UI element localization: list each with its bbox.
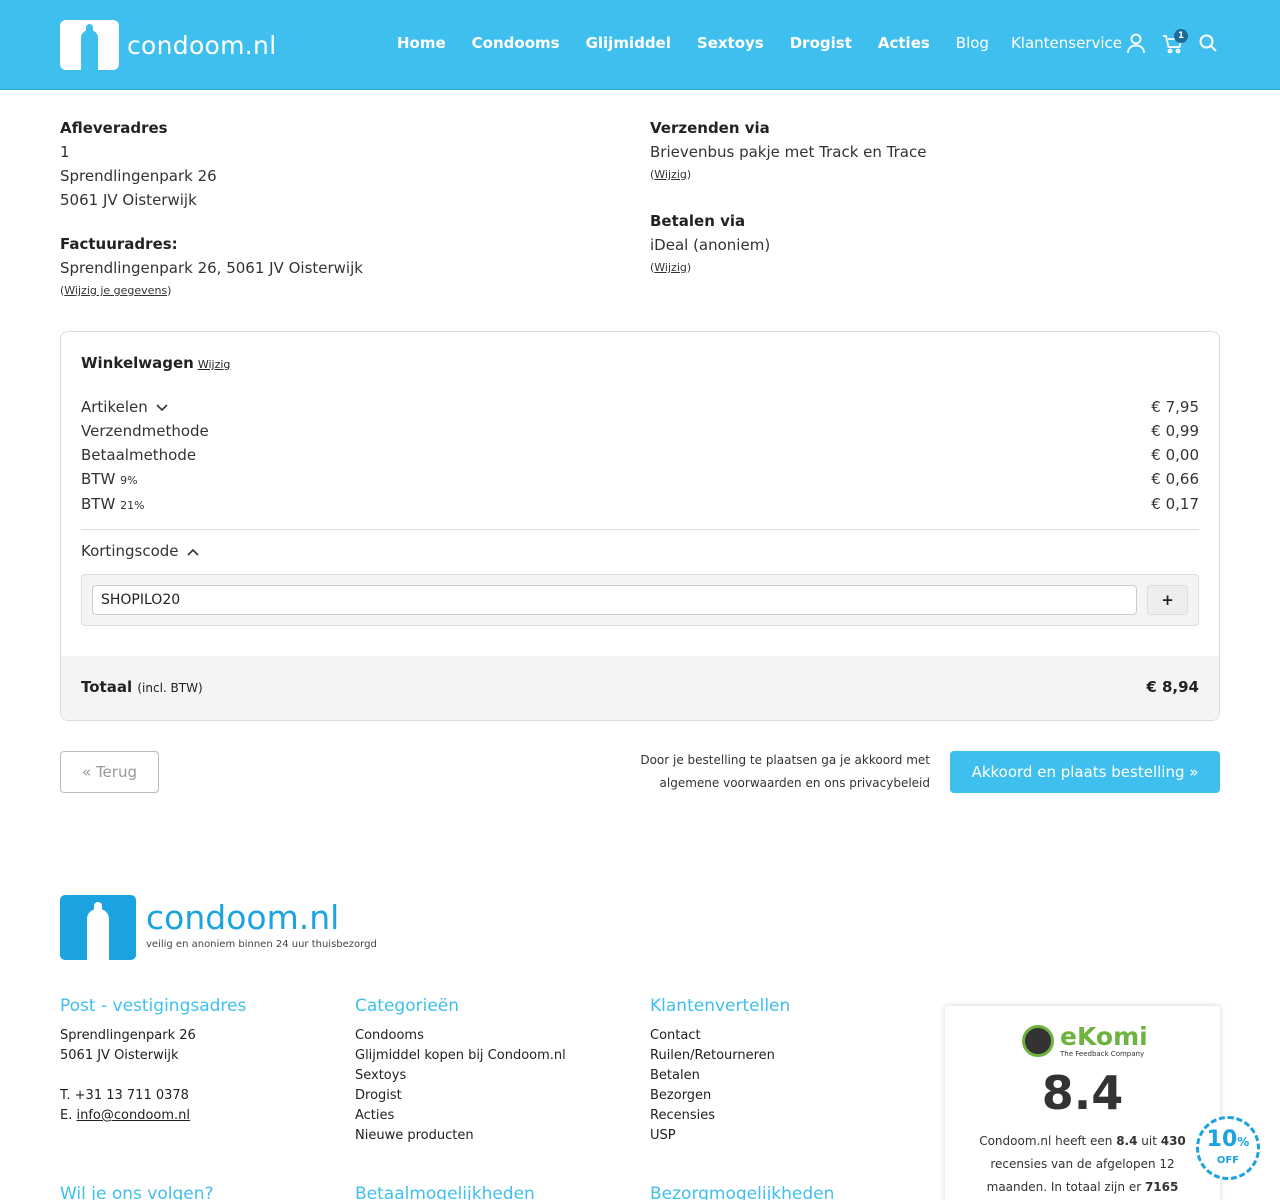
payment-title: Betalen via: [650, 212, 746, 230]
footer-link-condooms[interactable]: Condooms: [355, 1026, 566, 1046]
edit-cart-link[interactable]: Wijzig: [198, 358, 231, 371]
cart-row-vat-9: BTW 9% € 0,66: [81, 470, 1199, 488]
nav-glijmiddel[interactable]: Glijmiddel: [586, 34, 671, 52]
logo-text: condoom.nl: [127, 30, 277, 60]
cart-row-payment: Betaalmethode € 0,00: [81, 446, 1199, 464]
nav-blog[interactable]: Blog: [956, 34, 989, 52]
footer-categories-title: Categorieën: [355, 996, 460, 1016]
invoice-line: Sprendlingenpark 26, 5061 JV Oisterwijk: [60, 259, 363, 277]
shipping-title: Verzenden via: [650, 119, 770, 137]
shipping-method: Verzenden via Brievenbus pakje met Track…: [650, 116, 926, 186]
delivery-line2: Sprendlingenpark 26: [60, 167, 217, 185]
footer-logo-mark: [60, 895, 136, 960]
delivery-address: Afleveradres 1 Sprendlingenpark 26 5061 …: [60, 116, 217, 212]
payment-value: iDeal (anoniem): [650, 236, 771, 254]
discount-badge[interactable]: 10% OFF: [1196, 1116, 1260, 1180]
cart-row-vat-21: BTW 21% € 0,17: [81, 495, 1199, 513]
delivery-title: Afleveradres: [60, 119, 168, 137]
cart-title: Winkelwagen Wijzig: [81, 354, 231, 372]
footer-tagline: veilig en anoniem binnen 24 uur thuisbez…: [146, 939, 377, 950]
footer-logo-text: condoom.nl: [146, 898, 340, 937]
chevron-down-icon: [156, 398, 168, 416]
invoice-title: Factuuradres:: [60, 235, 178, 253]
user-icon[interactable]: [1126, 32, 1148, 56]
nav-drogist[interactable]: Drogist: [790, 34, 852, 52]
terms-notice: Door je bestelling te plaatsen ga je akk…: [640, 753, 930, 790]
cart-count-badge: 1: [1174, 29, 1188, 43]
footer-categories: Categorieën Condooms Glijmiddel kopen bi…: [355, 994, 566, 1146]
footer-link-glijmiddel[interactable]: Glijmiddel kopen bij Condoom.nl: [355, 1046, 566, 1066]
footer-link-sextoys[interactable]: Sextoys: [355, 1066, 566, 1086]
footer-follow-title: Wil je ons volgen?: [60, 1184, 214, 1200]
footer-service: Klantenvertellen Contact Ruilen/Retourne…: [650, 994, 790, 1146]
search-icon[interactable]: [1198, 32, 1220, 56]
invoice-address: Factuuradres: Sprendlingenpark 26, 5061 …: [60, 232, 363, 302]
edit-details-link[interactable]: (Wijzig je gegevens): [60, 280, 363, 302]
total-value: € 8,94: [1146, 678, 1199, 696]
cart-divider: [81, 529, 1199, 530]
coupon-form: +: [81, 574, 1199, 626]
footer-service-title: Klantenvertellen: [650, 996, 791, 1016]
header-icons: 1: [1126, 29, 1234, 56]
ekomi-score: 8.4: [1041, 1066, 1124, 1120]
payment-method: Betalen via iDeal (anoniem) (Wijzig): [650, 209, 770, 279]
chevron-up-icon: [186, 542, 199, 560]
footer-link-usp[interactable]: USP: [650, 1126, 790, 1146]
nav-acties[interactable]: Acties: [878, 34, 930, 52]
footer-link-delivery[interactable]: Bezorgen: [650, 1086, 790, 1106]
ekomi-logo: eKomi The Feedback Company: [1022, 1024, 1148, 1058]
footer-link-pay[interactable]: Betalen: [650, 1066, 790, 1086]
footer-email-link[interactable]: info@condoom.nl: [77, 1108, 191, 1123]
site-logo[interactable]: condoom.nl: [60, 20, 276, 70]
footer-payment-title: Betaalmogelijkheden: [355, 1184, 535, 1200]
ekomi-widget[interactable]: eKomi The Feedback Company 8.4 Condoom.n…: [945, 1006, 1220, 1200]
nav-condooms[interactable]: Condooms: [472, 34, 560, 52]
ekomi-seal-icon: [1022, 1025, 1054, 1057]
back-button[interactable]: « Terug: [60, 751, 159, 793]
coupon-toggle[interactable]: Kortingscode: [81, 542, 199, 560]
apply-coupon-button[interactable]: +: [1147, 585, 1188, 615]
main-nav: Home Condooms Glijmiddel Sextoys Drogist…: [397, 34, 1144, 52]
footer-link-drogist[interactable]: Drogist: [355, 1086, 566, 1106]
coupon-input[interactable]: [92, 585, 1137, 615]
place-order-button[interactable]: Akkoord en plaats bestelling »: [950, 751, 1220, 793]
footer-delivery-title: Bezorgmogelijkheden: [650, 1184, 835, 1200]
footer-link-reviews[interactable]: Recensies: [650, 1106, 790, 1126]
total-suffix: (incl. BTW): [137, 681, 203, 695]
edit-payment-link[interactable]: (Wijzig): [650, 257, 770, 279]
nav-home[interactable]: Home: [397, 34, 446, 52]
site-header: condoom.nl Home Condooms Glijmiddel Sext…: [0, 0, 1280, 90]
footer-phone: T. +31 13 711 0378: [60, 1088, 189, 1103]
footer-logo[interactable]: condoom.nl veilig en anoniem binnen 24 u…: [60, 895, 377, 960]
cart-row-shipping: Verzendmethode € 0,99: [81, 422, 1199, 440]
delivery-line3: 5061 JV Oisterwijk: [60, 191, 197, 209]
footer-link-returns[interactable]: Ruilen/Retourneren: [650, 1046, 790, 1066]
footer-link-acties[interactable]: Acties: [355, 1106, 566, 1126]
total-label: Totaal: [81, 678, 133, 696]
nav-sextoys[interactable]: Sextoys: [697, 34, 764, 52]
shipping-value: Brievenbus pakje met Track en Trace: [650, 143, 927, 161]
footer-link-new[interactable]: Nieuwe producten: [355, 1126, 566, 1146]
footer-address-title: Post - vestigingsadres: [60, 996, 247, 1016]
ekomi-summary: Condoom.nl heeft een 8.4 uit 430 recensi…: [979, 1134, 1186, 1194]
cart-summary: Winkelwagen Wijzig Artikelen € 7,95 Verze…: [60, 331, 1220, 721]
nav-klantenservice[interactable]: Klantenservice: [1011, 34, 1122, 52]
cart-row-artikelen[interactable]: Artikelen € 7,95: [81, 398, 1199, 416]
cart-total: Totaal (incl. BTW) € 8,94: [61, 656, 1219, 720]
footer-address: Post - vestigingsadres Sprendlingenpark …: [60, 996, 247, 1123]
logo-mark: [60, 20, 119, 70]
edit-shipping-link[interactable]: (Wijzig): [650, 164, 926, 186]
delivery-line1: 1: [60, 143, 70, 161]
cart-icon[interactable]: 1: [1162, 29, 1188, 56]
footer-link-contact[interactable]: Contact: [650, 1026, 790, 1046]
